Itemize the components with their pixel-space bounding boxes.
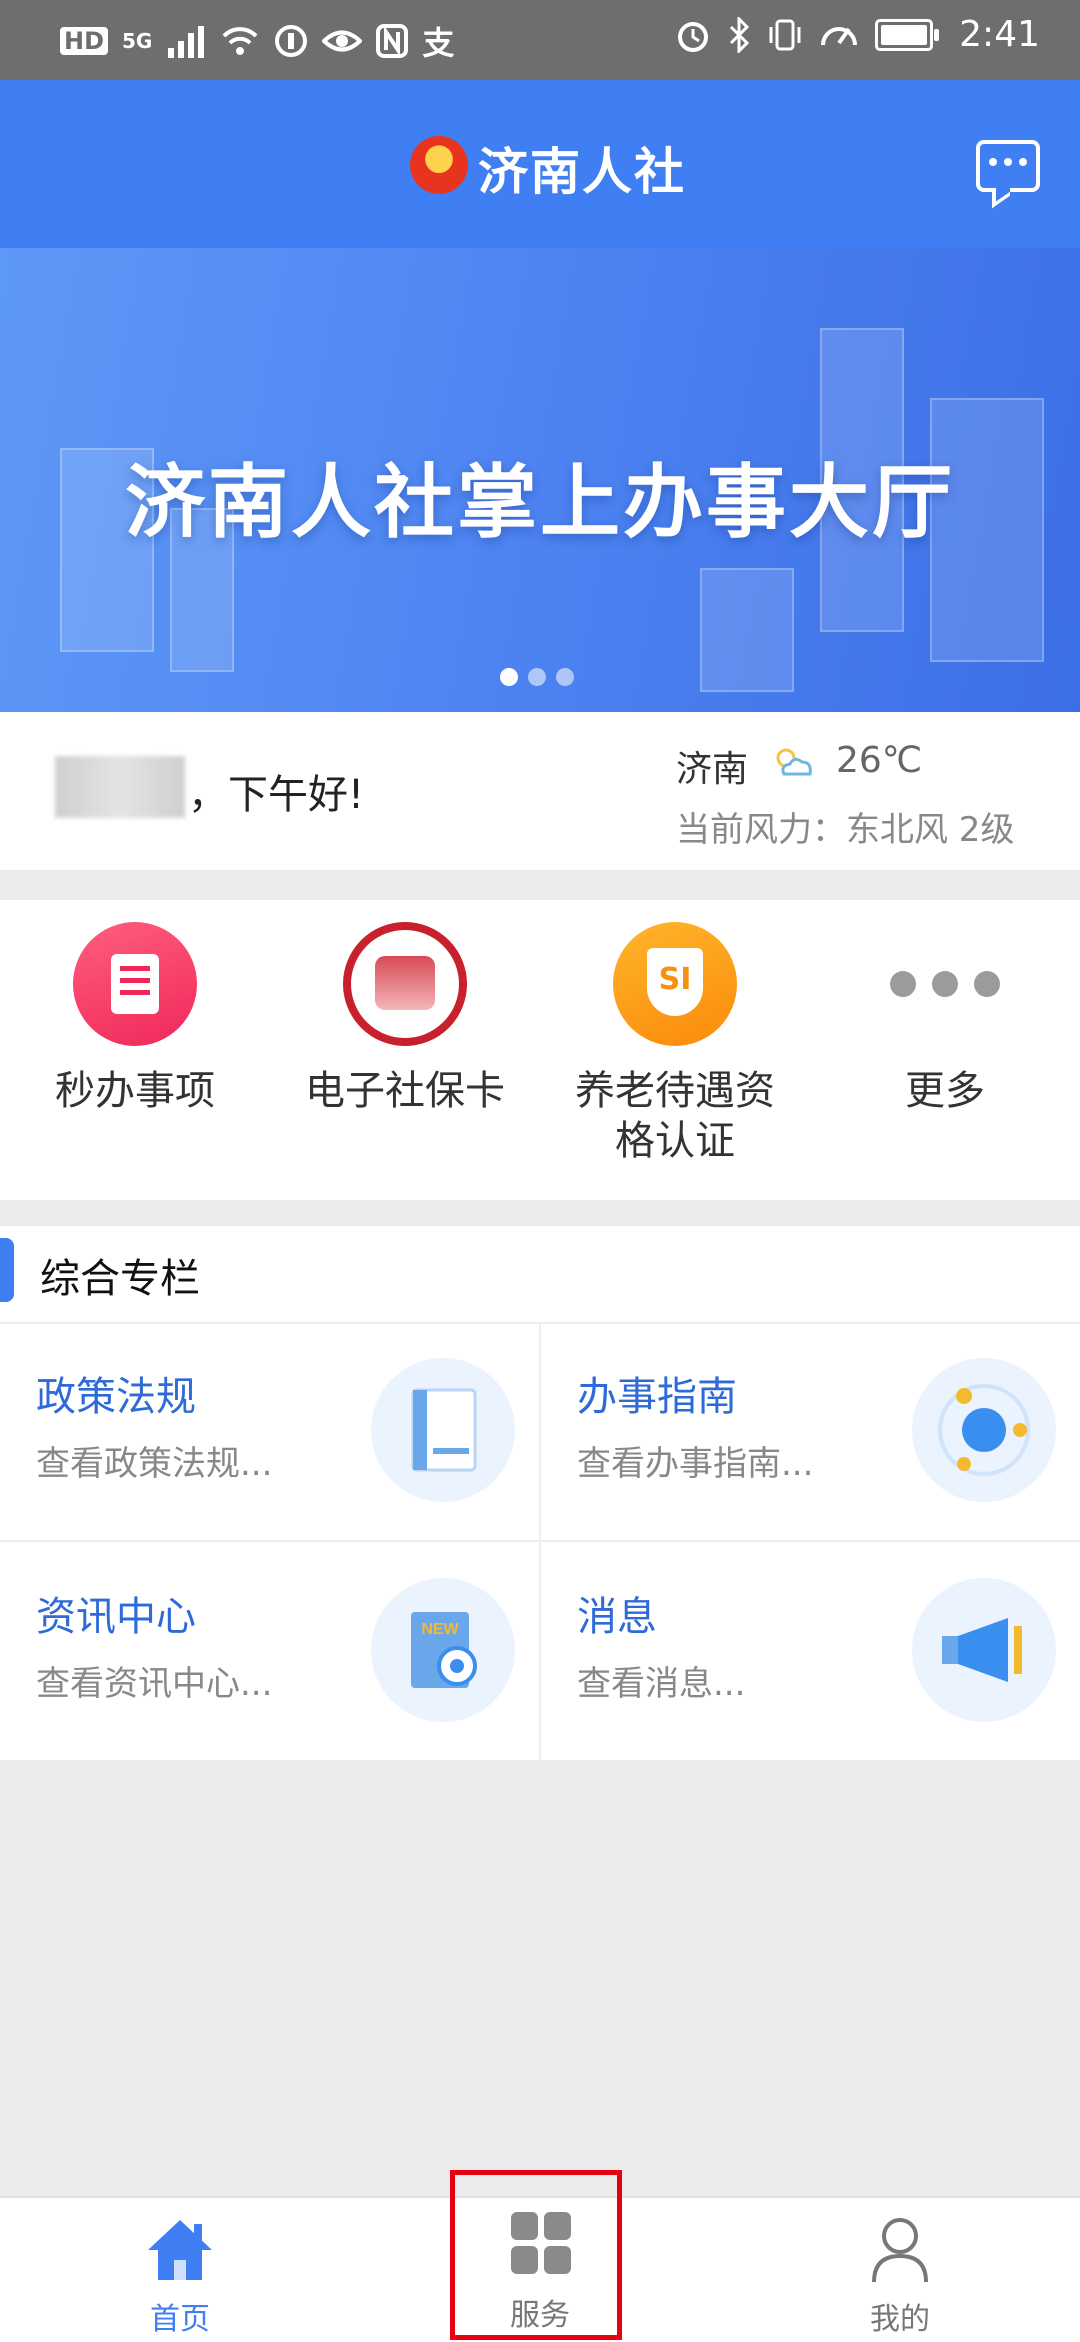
battery-icon — [875, 18, 940, 51]
book-icon — [371, 1358, 515, 1502]
partly-cloudy-icon — [776, 748, 812, 776]
column-item-title: 资讯中心 — [36, 1594, 196, 1640]
column-item-news[interactable]: 资讯中心 查看资讯中心... NEW — [0, 1542, 539, 1760]
vibrate-icon — [769, 19, 801, 50]
tab-label: 首页 — [150, 2302, 210, 2337]
column-section: 综合专栏 政策法规 查看政策法规... 办事指南 查看办事指南... 资讯中心 … — [0, 1226, 1080, 1760]
column-item-subtitle: 查看消息... — [577, 1664, 746, 1704]
quick-item-ess-card[interactable]: 电子社保卡 — [270, 922, 540, 1116]
banner-carousel[interactable]: 济南人社掌上办事大厅 — [0, 248, 1080, 712]
quick-item-instant-services[interactable]: 秒办事项 — [0, 922, 270, 1116]
speed-icon — [821, 26, 858, 45]
status-right: 2:41 — [675, 14, 1040, 55]
user-icon — [872, 2218, 928, 2283]
column-item-policy[interactable]: 政策法规 查看政策法规... — [0, 1322, 539, 1540]
nfc-icon — [376, 24, 409, 58]
hd-icon: HD — [60, 27, 109, 55]
section-title: 综合专栏 — [40, 1256, 200, 1302]
weather-temperature: 26℃ — [836, 740, 923, 781]
status-time: 2:41 — [959, 14, 1040, 55]
quick-item-label: 养老待遇资 格认证 — [540, 1066, 810, 1166]
column-item-guide[interactable]: 办事指南 查看办事指南... — [541, 1322, 1080, 1540]
network-5g-icon: 5G — [122, 29, 153, 53]
eye-icon — [322, 30, 363, 52]
banner-building — [700, 568, 794, 692]
column-item-subtitle: 查看政策法规... — [36, 1444, 273, 1484]
status-bar: HD 5G 支 2:41 — [0, 0, 1080, 80]
guide-orbit-icon — [912, 1358, 1056, 1502]
news-badge: NEW — [421, 1621, 459, 1638]
app-header: 济南人社 — [0, 80, 1080, 248]
app-title: 济南人社 — [478, 143, 686, 201]
quick-item-pension-certification[interactable]: SI 养老待遇资 格认证 — [540, 922, 810, 1166]
column-item-title: 消息 — [577, 1594, 657, 1640]
document-icon — [73, 922, 197, 1046]
column-item-messages[interactable]: 消息 查看消息... — [541, 1542, 1080, 1760]
social-security-card-icon — [343, 922, 467, 1046]
tab-home[interactable]: 首页 — [0, 2198, 360, 2342]
grid-divider-horizontal — [0, 1540, 1080, 1542]
signal-icon — [168, 26, 205, 58]
home-icon — [148, 2220, 212, 2280]
app-logo-icon — [410, 136, 468, 194]
carousel-dot[interactable] — [528, 668, 546, 686]
column-item-subtitle: 查看办事指南... — [577, 1444, 814, 1484]
quick-item-label: 电子社保卡 — [305, 1068, 505, 1114]
si-shield-icon: SI — [613, 922, 737, 1046]
quick-item-label: 秒办事项 — [55, 1068, 215, 1114]
column-item-subtitle: 查看资讯中心... — [36, 1664, 273, 1704]
banner-title: 济南人社掌上办事大厅 — [125, 456, 955, 549]
greeting-panel: ，下午好! 济南 26℃ 当前风力：东北风 2级 — [0, 712, 1080, 870]
megaphone-icon — [912, 1578, 1056, 1722]
quick-menu: 秒办事项 电子社保卡 SI 养老待遇资 格认证 更多 — [0, 900, 1080, 1200]
quick-item-label-line1: 养老待遇资 — [575, 1068, 775, 1114]
carousel-dot[interactable] — [556, 668, 574, 686]
wifi-icon — [222, 27, 258, 55]
weather-city: 济南 — [676, 749, 749, 790]
greeting-text: ，下午好! — [188, 772, 365, 818]
column-item-title: 政策法规 — [36, 1374, 196, 1420]
tab-label: 我的 — [870, 2302, 930, 2337]
section-accent-bar — [0, 1238, 14, 1302]
column-item-title: 办事指南 — [577, 1374, 737, 1420]
user-name-blurred — [55, 756, 185, 818]
bluetooth-icon — [730, 16, 750, 53]
alipay-icon: 支 — [422, 24, 455, 62]
more-dots-icon — [810, 922, 1080, 1046]
weather-wind: 当前风力：东北风 2级 — [676, 810, 1015, 850]
services-tab-highlight-box — [450, 2170, 622, 2340]
carousel-dots — [500, 668, 574, 686]
tab-me[interactable]: 我的 — [720, 2198, 1080, 2342]
status-left: HD 5G 支 — [60, 18, 454, 64]
message-icon[interactable] — [976, 140, 1040, 192]
quick-item-more[interactable]: 更多 — [810, 922, 1080, 1116]
section-header: 综合专栏 — [0, 1226, 1080, 1324]
alarm-icon — [678, 21, 709, 52]
news-icon: NEW — [371, 1578, 515, 1722]
carousel-dot[interactable] — [500, 668, 518, 686]
quick-item-label: 更多 — [905, 1068, 985, 1114]
data-saver-icon — [275, 25, 308, 57]
quick-item-label-line2: 格认证 — [615, 1118, 735, 1164]
